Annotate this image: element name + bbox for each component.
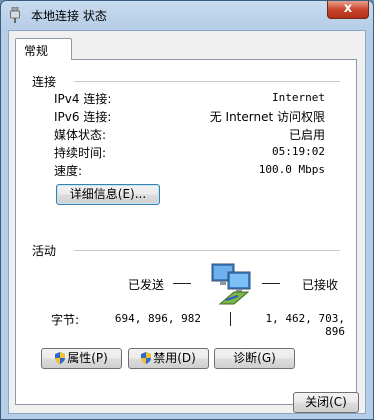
activity-divider [74,250,340,252]
duration-value: 05:19:02 [272,145,325,158]
uac-shield-icon [141,352,152,364]
disable-button[interactable]: 禁用(D) [128,348,209,369]
client-area: 常规 连接 IPv4 连接: Internet IPv6 连接: 无 Inter… [8,30,366,414]
received-label: 已接收 [302,278,339,292]
ipv4-value: Internet [272,91,325,104]
speed-value: 100.0 Mbps [258,163,325,176]
activity-heading: 活动 [32,244,57,258]
received-dash [262,283,280,284]
media-state-value: 已启用 [288,128,325,142]
network-connection-icon [10,7,20,23]
bytes-received-value: 1, 462, 703, 896 [265,312,345,338]
close-button[interactable]: 关闭(C) [293,392,359,413]
bytes-sent-value: 694, 896, 982 [114,312,201,325]
title-bar[interactable]: 本地连接 状态 x [1,1,373,29]
properties-button[interactable]: 属性(P) [41,348,122,369]
bytes-label: 字节: [51,313,80,327]
ipv6-value: 无 Internet 访问权限 [209,110,325,124]
details-button[interactable]: 详细信息(E)... [56,184,160,205]
media-state-label: 媒体状态: [54,128,107,142]
activity-separator [230,312,231,326]
tab-general[interactable]: 常规 [15,38,72,60]
properties-label: 属性(P) [67,351,108,365]
window-title: 本地连接 状态 [31,9,107,23]
connection-divider [74,81,340,83]
ipv6-label: IPv6 连接: [54,110,112,124]
diagnose-button[interactable]: 诊断(G) [214,348,295,369]
duration-label: 持续时间: [54,146,107,160]
window-close-button[interactable]: x [327,1,369,19]
disable-label: 禁用(D) [153,351,196,365]
tab-panel-general: 连接 IPv4 连接: Internet IPv6 连接: 无 Internet… [15,59,357,405]
speed-label: 速度: [54,164,83,178]
network-activity-icon [211,263,251,305]
uac-shield-icon [55,352,66,364]
ipv4-label: IPv4 连接: [54,92,112,106]
sent-dash [173,283,191,284]
status-window: 本地连接 状态 x 常规 连接 IPv4 连接: Internet IPv6 连… [0,0,374,420]
connection-heading: 连接 [32,75,57,89]
sent-label: 已发送 [128,278,165,292]
